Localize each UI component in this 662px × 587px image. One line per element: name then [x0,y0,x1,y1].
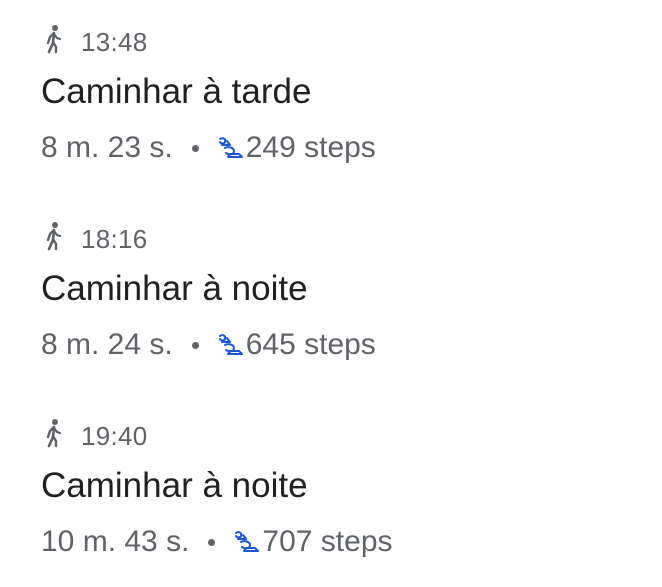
activity-list: 13:48 Caminhar à tarde 8 m. 23 s. 249 st… [0,0,662,587]
activity-item[interactable]: 13:48 Caminhar à tarde 8 m. 23 s. 249 st… [0,0,662,197]
activity-steps: 249 steps [245,131,376,164]
activity-time: 13:48 [81,26,148,57]
activity-title: Caminhar à noite [41,269,308,308]
activity-time-row: 18:16 [43,222,148,256]
steps-icon [235,531,260,552]
activity-time-row: 19:40 [43,419,148,453]
activity-title: Caminhar à noite [41,466,308,505]
activity-duration: 8 m. 23 s. [41,131,173,164]
walking-icon [46,419,62,448]
activity-time: 19:40 [81,420,148,451]
activity-meta-row: 8 m. 24 s. 645 steps [41,325,376,365]
separator-dot [208,538,216,546]
walking-icon [46,222,62,251]
activity-item[interactable]: 18:16 Caminhar à noite 8 m. 24 s. 645 st… [0,197,662,394]
activity-meta-row: 8 m. 23 s. 249 steps [41,128,376,168]
activity-duration: 8 m. 24 s. [41,328,173,361]
activity-time: 18:16 [81,223,148,254]
separator-dot [191,144,199,152]
steps-icon [218,334,243,355]
activity-steps: 707 steps [262,525,393,558]
activity-title: Caminhar à tarde [41,72,312,111]
steps-icon [218,137,243,158]
activity-steps: 645 steps [245,328,376,361]
separator-dot [191,341,199,349]
activity-meta-row: 10 m. 43 s. 707 steps [41,522,393,562]
activity-item[interactable]: 19:40 Caminhar à noite 10 m. 43 s. 707 s… [0,394,662,587]
activity-duration: 10 m. 43 s. [41,525,190,558]
activity-time-row: 13:48 [43,25,148,59]
walking-icon [46,25,62,54]
